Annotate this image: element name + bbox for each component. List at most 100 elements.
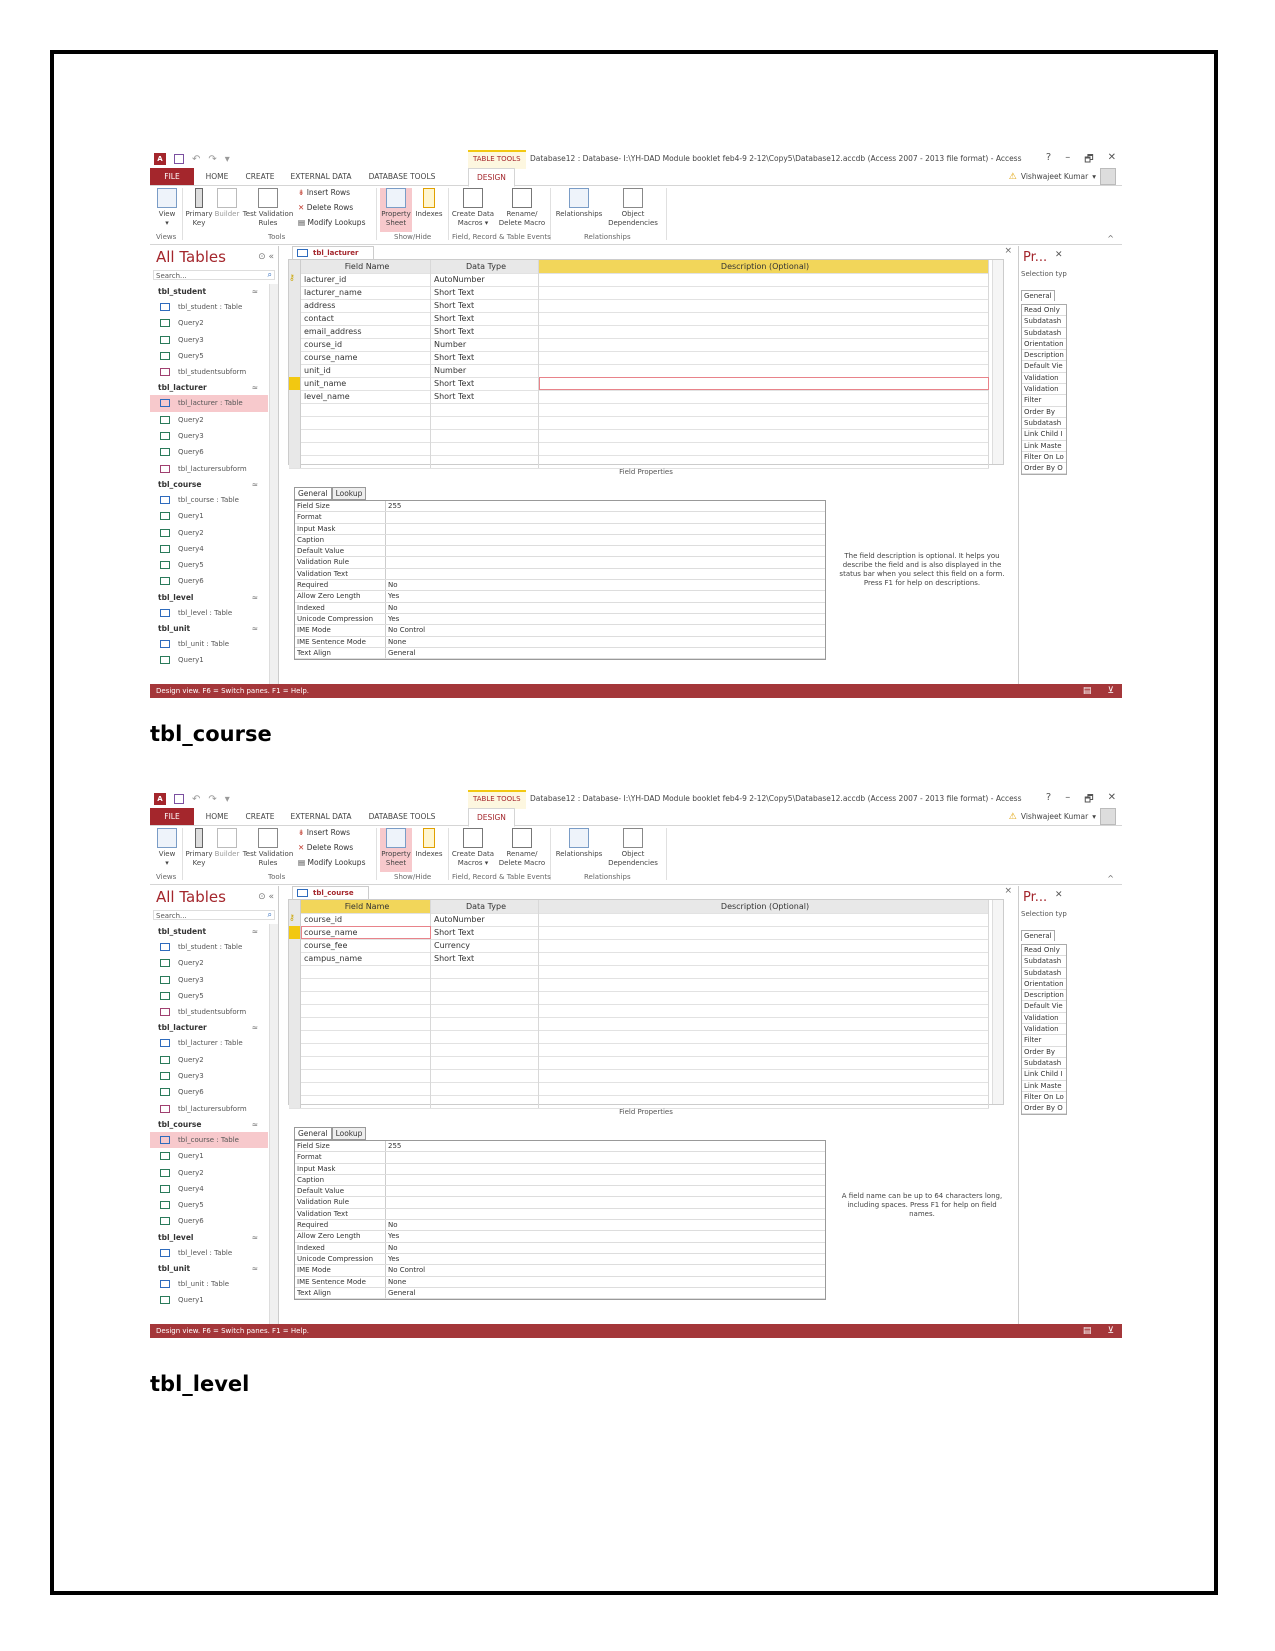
nav-item[interactable]: tbl_course : Table <box>150 492 268 508</box>
description-cell[interactable] <box>539 965 989 978</box>
property-value[interactable] <box>386 546 388 556</box>
property-value[interactable] <box>386 1164 388 1174</box>
field-name-cell[interactable]: unit_name <box>301 377 431 390</box>
nav-item[interactable]: Query6 <box>150 444 268 460</box>
empty-row[interactable] <box>289 1056 989 1070</box>
nav-item[interactable]: Query2 <box>150 315 268 331</box>
property-sheet-item[interactable]: Subdatash <box>1022 418 1066 430</box>
object-dependencies-button[interactable]: Object Dependencies <box>606 828 660 868</box>
empty-row[interactable] <box>289 1043 989 1057</box>
property-value[interactable] <box>386 1197 388 1207</box>
delete-rows-button[interactable]: ✕ Delete Rows <box>298 203 353 212</box>
row-selector[interactable] <box>289 286 301 299</box>
nav-item[interactable]: Query2 <box>150 412 268 428</box>
insert-rows-button[interactable]: ⇟ Insert Rows <box>298 188 350 197</box>
empty-row[interactable] <box>289 1095 989 1109</box>
field-row[interactable]: email_address Short Text <box>289 325 989 339</box>
field-name-cell[interactable]: level_name <box>301 390 431 403</box>
nav-group-tbl-level[interactable]: tbl_level ≈ <box>150 1230 268 1245</box>
row-selector[interactable] <box>289 390 301 403</box>
property-sheet-item[interactable]: Order By O <box>1022 463 1066 475</box>
delete-rows-button[interactable]: ✕ Delete Rows <box>298 843 353 852</box>
data-type-cell[interactable]: AutoNumber <box>431 913 539 926</box>
field-row[interactable]: unit_name Short Text <box>289 377 989 391</box>
row-selector[interactable] <box>289 377 301 390</box>
property-value[interactable] <box>386 1209 388 1219</box>
description-cell[interactable] <box>539 1004 989 1017</box>
property-sheet-item[interactable]: Filter <box>1022 395 1066 407</box>
property-tab-general[interactable]: General <box>1021 930 1055 941</box>
field-row[interactable]: level_name Short Text <box>289 390 989 404</box>
nav-item[interactable]: tbl_course : Table <box>150 1131 268 1149</box>
row-selector[interactable] <box>289 338 301 351</box>
row-selector[interactable] <box>289 416 301 429</box>
tab-external-data[interactable]: EXTERNAL DATA <box>288 808 354 825</box>
property-value[interactable] <box>386 557 388 567</box>
nav-group-tbl-lacturer[interactable]: tbl_lacturer ≈ <box>150 380 268 395</box>
data-type-cell[interactable] <box>431 455 539 468</box>
description-cell[interactable] <box>539 939 989 952</box>
primary-key-button[interactable]: Primary Key <box>184 188 214 228</box>
property-value[interactable]: None <box>386 637 406 647</box>
description-cell[interactable] <box>539 926 989 939</box>
customize-qat-icon[interactable]: ▾ <box>225 794 230 805</box>
description-cell[interactable] <box>539 913 989 926</box>
tab-design[interactable]: DESIGN <box>468 808 515 827</box>
row-selector[interactable] <box>289 325 301 338</box>
field-name-cell[interactable] <box>301 442 431 455</box>
property-sheet-item[interactable]: Validation <box>1022 384 1066 396</box>
description-cell[interactable] <box>539 952 989 965</box>
nav-item[interactable]: Query5 <box>150 348 268 364</box>
property-value[interactable]: Yes <box>386 591 399 601</box>
undo-icon[interactable]: ↶ <box>192 794 200 805</box>
data-type-cell[interactable] <box>431 1069 539 1082</box>
description-cell[interactable] <box>539 442 989 455</box>
nav-item[interactable]: Query6 <box>150 1084 268 1100</box>
tab-create[interactable]: CREATE <box>242 168 278 185</box>
field-name-cell[interactable] <box>301 416 431 429</box>
field-name-cell[interactable]: course_fee <box>301 939 431 952</box>
description-cell[interactable] <box>539 312 989 325</box>
property-value[interactable]: No <box>386 1220 398 1230</box>
nav-item[interactable]: Query2 <box>150 955 268 971</box>
builder-button[interactable]: Builder <box>214 828 240 859</box>
grid-scrollbar[interactable] <box>992 900 1003 1104</box>
property-value[interactable]: No Control <box>386 625 425 635</box>
field-name-cell[interactable]: course_id <box>301 913 431 926</box>
property-sheet-item[interactable]: Link Maste <box>1022 1081 1066 1092</box>
collapse-group-icon[interactable]: ≈ <box>252 1230 258 1245</box>
row-selector[interactable]: ⚷ <box>289 273 301 286</box>
grid-scrollbar[interactable] <box>992 260 1003 464</box>
nav-item[interactable]: tbl_lacturersubform <box>150 1101 268 1117</box>
description-cell[interactable] <box>539 351 989 364</box>
data-type-cell[interactable]: Short Text <box>431 390 539 403</box>
data-type-cell[interactable] <box>431 1082 539 1095</box>
collapse-group-icon[interactable]: ≈ <box>252 621 258 636</box>
data-type-cell[interactable]: Number <box>431 338 539 351</box>
field-row[interactable]: course_id Number <box>289 338 989 352</box>
property-value[interactable] <box>386 1152 388 1162</box>
property-value[interactable] <box>386 1175 388 1185</box>
redo-icon[interactable]: ↷ <box>208 154 216 165</box>
field-row[interactable]: contact Short Text <box>289 312 989 326</box>
row-selector[interactable] <box>289 1069 301 1082</box>
row-selector[interactable] <box>289 978 301 991</box>
restore-button[interactable]: 🗗 <box>1084 792 1093 809</box>
close-document-icon[interactable]: × <box>1004 886 1012 896</box>
field-name-cell[interactable] <box>301 455 431 468</box>
undo-icon[interactable]: ↶ <box>192 154 200 165</box>
tab-database-tools[interactable]: DATABASE TOOLS <box>366 808 438 825</box>
empty-row[interactable] <box>289 1004 989 1018</box>
property-sheet-button[interactable]: Property Sheet <box>380 188 412 232</box>
field-name-cell[interactable] <box>301 1082 431 1095</box>
description-cell[interactable] <box>539 364 989 377</box>
property-value[interactable]: 255 <box>386 501 401 511</box>
description-cell[interactable] <box>539 416 989 429</box>
rename-delete-macro-button[interactable]: Rename/ Delete Macro <box>496 828 548 868</box>
empty-row[interactable] <box>289 965 989 979</box>
field-name-cell[interactable]: lacturer_name <box>301 286 431 299</box>
property-sheet-item[interactable]: Filter On Lo <box>1022 1092 1066 1104</box>
data-type-cell[interactable] <box>431 1004 539 1017</box>
description-cell[interactable] <box>539 1082 989 1095</box>
restore-button[interactable]: 🗗 <box>1084 152 1093 169</box>
